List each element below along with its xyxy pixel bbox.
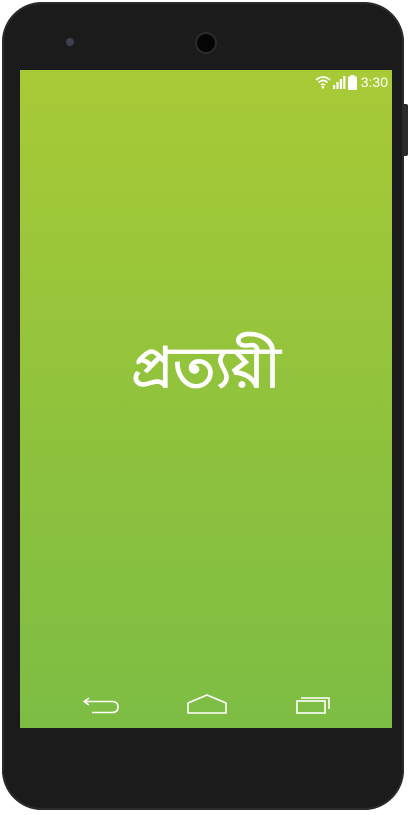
back-icon <box>82 693 120 719</box>
home-icon <box>186 693 228 719</box>
back-button[interactable] <box>79 690 123 722</box>
status-time: 3:30 <box>360 74 388 90</box>
phone-frame: 3:30 প্রত্যয়ী <box>2 2 404 810</box>
status-bar: 3:30 <box>315 73 388 91</box>
wifi-icon <box>315 75 331 89</box>
app-screen: 3:30 প্রত্যয়ী <box>20 70 392 728</box>
signal-icon <box>332 75 346 89</box>
app-logo-text: প্রত্যয়ী <box>131 335 281 401</box>
recent-apps-button[interactable] <box>292 690 336 722</box>
power-button[interactable] <box>404 104 408 156</box>
navigation-bar <box>20 684 392 728</box>
home-button[interactable] <box>185 690 229 722</box>
battery-icon <box>347 74 357 90</box>
recent-apps-icon <box>294 693 334 719</box>
front-camera <box>197 34 215 52</box>
proximity-sensor <box>66 38 74 46</box>
